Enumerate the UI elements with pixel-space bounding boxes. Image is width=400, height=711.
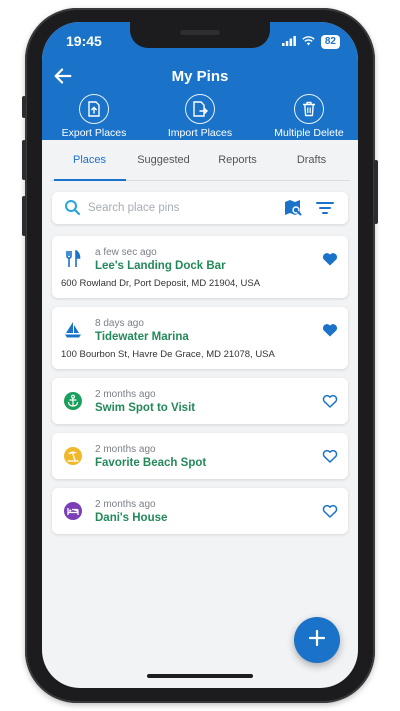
pin-time: 2 months ago <box>95 389 156 400</box>
power-button <box>374 160 378 224</box>
search-bar <box>52 192 348 224</box>
anchor-icon <box>64 392 82 410</box>
volume-up-button <box>22 140 26 180</box>
tab-reports[interactable]: Reports <box>200 154 275 166</box>
beach-icon <box>64 447 82 465</box>
pin-address: 100 Bourbon St, Havre De Grace, MD 21078… <box>61 349 275 360</box>
pin-name: Favorite Beach Spot <box>95 457 207 469</box>
home-indicator[interactable] <box>147 674 253 678</box>
notch <box>130 22 270 48</box>
pin-card[interactable]: a few sec ago Lee's Landing Dock Bar 600… <box>52 236 348 298</box>
pin-name: Tidewater Marina <box>95 331 189 343</box>
tab-places[interactable]: Places <box>52 154 127 166</box>
pin-address: 600 Rowland Dr, Port Deposit, MD 21904, … <box>61 278 261 289</box>
pin-card[interactable]: 2 months ago Favorite Beach Spot <box>52 433 348 479</box>
add-pin-button[interactable] <box>294 617 340 663</box>
heart-outline-icon[interactable] <box>322 393 338 409</box>
heart-outline-icon[interactable] <box>322 448 338 464</box>
heart-outline-icon[interactable] <box>322 503 338 519</box>
search-icon <box>64 199 81 221</box>
wifi-icon <box>302 33 315 51</box>
pin-name: Dani's House <box>95 512 168 524</box>
heart-filled-icon[interactable] <box>322 322 338 338</box>
heart-filled-icon[interactable] <box>322 251 338 267</box>
import-places-button[interactable]: Import Places <box>150 94 250 139</box>
tab-suggested[interactable]: Suggested <box>126 154 201 166</box>
volume-down-button <box>22 196 26 236</box>
pin-name: Lee's Landing Dock Bar <box>95 260 226 272</box>
restaurant-icon <box>64 249 82 268</box>
pin-name: Swim Spot to Visit <box>95 402 196 414</box>
trash-icon <box>294 94 324 124</box>
signal-icon <box>281 33 296 51</box>
silent-switch <box>22 96 26 118</box>
export-places-label: Export Places <box>61 127 127 139</box>
filter-icon[interactable] <box>316 200 334 221</box>
tab-drafts[interactable]: Drafts <box>274 154 349 166</box>
pin-time: a few sec ago <box>95 247 157 258</box>
import-places-label: Import Places <box>167 127 233 139</box>
map-search-icon[interactable] <box>284 199 302 222</box>
status-indicators: 82 <box>281 33 340 51</box>
plus-icon <box>308 629 326 652</box>
sailboat-icon <box>64 321 82 339</box>
export-file-icon <box>79 94 109 124</box>
app-screen: 19:45 82 My Pins Export Places Import Pl… <box>42 22 358 688</box>
page-title: My Pins <box>171 68 229 85</box>
search-input[interactable] <box>88 198 268 218</box>
app-header: 19:45 82 My Pins Export Places Import Pl… <box>42 22 358 140</box>
pin-time: 8 days ago <box>95 318 144 329</box>
active-tab-indicator <box>54 179 126 181</box>
export-places-button[interactable]: Export Places <box>44 94 144 139</box>
import-file-icon <box>185 94 215 124</box>
pin-card[interactable]: 2 months ago Dani's House <box>52 488 348 534</box>
tab-bar: Places Suggested Reports Drafts <box>50 140 350 181</box>
battery-indicator: 82 <box>320 35 340 49</box>
pin-card[interactable]: 8 days ago Tidewater Marina 100 Bourbon … <box>52 307 348 369</box>
pin-card[interactable]: 2 months ago Swim Spot to Visit <box>52 378 348 424</box>
status-time: 19:45 <box>66 33 102 49</box>
pin-time: 2 months ago <box>95 499 156 510</box>
multiple-delete-button[interactable]: Multiple Delete <box>259 94 358 139</box>
pin-time: 2 months ago <box>95 444 156 455</box>
bed-icon <box>64 502 82 520</box>
multiple-delete-label: Multiple Delete <box>274 127 344 139</box>
